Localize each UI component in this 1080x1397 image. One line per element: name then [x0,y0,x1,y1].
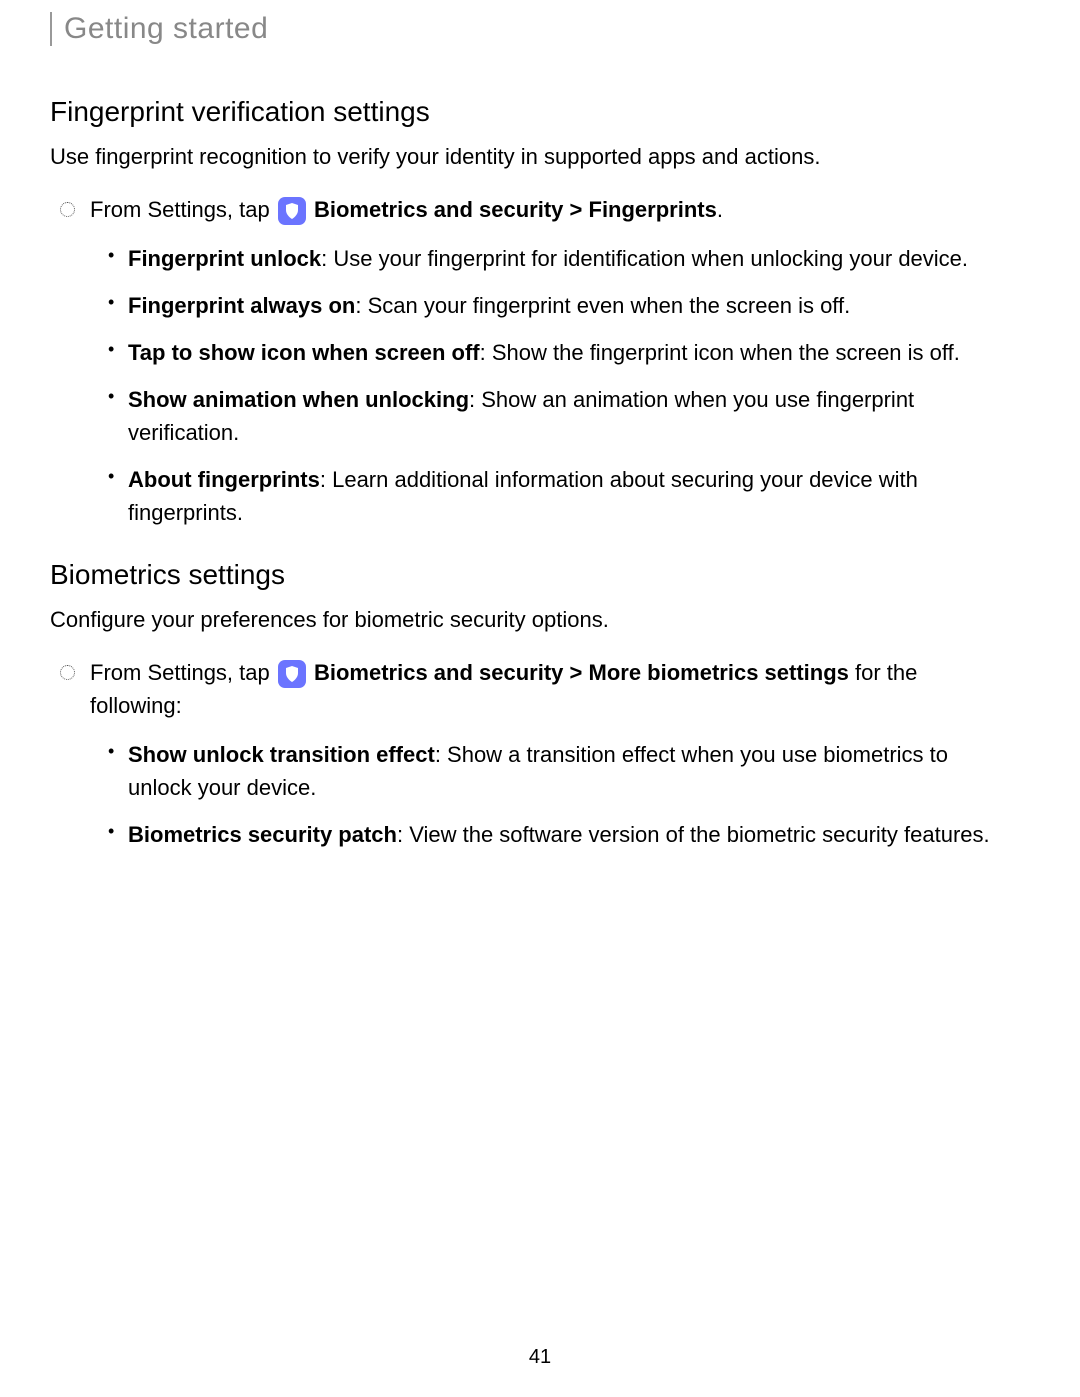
sub-item-text: : Show the fingerprint icon when the scr… [480,340,960,365]
sub-list-2: Show unlock transition effect: Show a tr… [90,738,1010,851]
sub-item: Biometrics security patch: View the soft… [128,818,1010,851]
sub-item: Fingerprint unlock: Use your fingerprint… [128,242,1010,275]
page-header: Getting started [50,12,1010,46]
sub-item: Show unlock transition effect: Show a tr… [128,738,1010,804]
section-heading-fingerprint: Fingerprint verification settings [50,96,1010,128]
sub-item-bold: Show unlock transition effect [128,742,435,767]
sub-item: About fingerprints: Learn additional inf… [128,463,1010,529]
step-prefix: From Settings, tap [90,197,276,222]
step-bold-1: Biometrics and security [314,660,563,685]
sub-list-1: Fingerprint unlock: Use your fingerprint… [90,242,1010,529]
step-item: From Settings, tap Biometrics and securi… [90,193,1010,529]
sub-item-bold: About fingerprints [128,467,320,492]
step-list-2: From Settings, tap Biometrics and securi… [50,656,1010,851]
step-item: From Settings, tap Biometrics and securi… [90,656,1010,851]
section-desc-biometrics: Configure your preferences for biometric… [50,603,1010,636]
sub-item-bold: Tap to show icon when screen off [128,340,480,365]
sub-item-bold: Show animation when unlocking [128,387,469,412]
sub-item: Tap to show icon when screen off: Show t… [128,336,1010,369]
step-sep-1: > [563,197,588,222]
shield-icon [278,660,306,688]
step-suffix: . [717,197,723,222]
step-sep-1: > [563,660,588,685]
step-bold-1: Biometrics and security [314,197,563,222]
page-number: 41 [529,1346,551,1369]
step-bold-2: Fingerprints [589,197,717,222]
step-list-1: From Settings, tap Biometrics and securi… [50,193,1010,529]
sub-item: Show animation when unlocking: Show an a… [128,383,1010,449]
step-bold-2: More biometrics settings [589,660,849,685]
shield-icon [278,197,306,225]
sub-item: Fingerprint always on: Scan your fingerp… [128,289,1010,322]
sub-item-text: : View the software version of the biome… [397,822,990,847]
section-desc-fingerprint: Use fingerprint recognition to verify yo… [50,140,1010,173]
sub-item-bold: Fingerprint always on [128,293,355,318]
sub-item-text: : Use your fingerprint for identificatio… [321,246,968,271]
sub-item-bold: Biometrics security patch [128,822,397,847]
sub-item-bold: Fingerprint unlock [128,246,321,271]
step-prefix: From Settings, tap [90,660,276,685]
header-title: Getting started [64,12,1010,46]
sub-item-text: : Scan your fingerprint even when the sc… [355,293,850,318]
section-heading-biometrics: Biometrics settings [50,559,1010,591]
